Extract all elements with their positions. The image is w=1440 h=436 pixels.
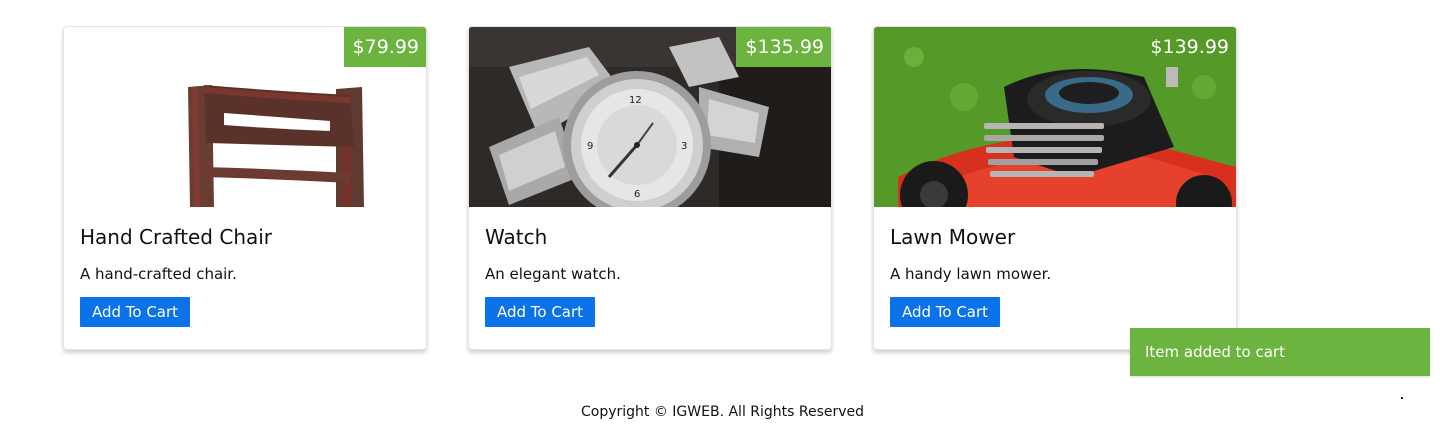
product-title: Watch xyxy=(485,225,548,249)
toast-notification[interactable]: Item added to cart xyxy=(1130,328,1430,376)
product-image-chair[interactable]: $79.99 xyxy=(64,27,426,207)
svg-text:9: 9 xyxy=(587,141,593,152)
svg-text:6: 6 xyxy=(634,189,640,200)
product-image-watch[interactable]: 12 3 6 9 $135.99 xyxy=(469,27,831,207)
stray-dot xyxy=(1401,397,1403,399)
add-to-cart-button[interactable]: Add To Cart xyxy=(80,297,190,327)
price-tag: $135.99 xyxy=(736,27,831,67)
svg-text:12: 12 xyxy=(629,95,642,106)
price-tag: $139.99 xyxy=(1150,36,1229,58)
product-description: An elegant watch. xyxy=(485,265,621,283)
svg-text:3: 3 xyxy=(681,141,687,152)
product-description: A handy lawn mower. xyxy=(890,265,1052,283)
add-to-cart-button[interactable]: Add To Cart xyxy=(890,297,1000,327)
product-card: $79.99 Hand Crafted Chair A hand-crafted… xyxy=(63,26,427,350)
product-description: A hand-crafted chair. xyxy=(80,265,237,283)
product-title: Lawn Mower xyxy=(890,225,1016,249)
product-card: 12 3 6 9 $135.99 Watch An elegant watch.… xyxy=(468,26,832,350)
product-grid: $79.99 Hand Crafted Chair A hand-crafted… xyxy=(0,0,1440,360)
product-image-lawn-mower[interactable]: $139.99 xyxy=(874,27,1236,207)
copyright-text: Copyright © IGWEB. All Rights Reserved xyxy=(581,404,865,420)
price-tag: $79.99 xyxy=(343,27,426,67)
product-title: Hand Crafted Chair xyxy=(80,225,273,249)
product-card: $139.99 Lawn Mower A handy lawn mower. A… xyxy=(873,26,1237,350)
add-to-cart-button[interactable]: Add To Cart xyxy=(485,297,595,327)
